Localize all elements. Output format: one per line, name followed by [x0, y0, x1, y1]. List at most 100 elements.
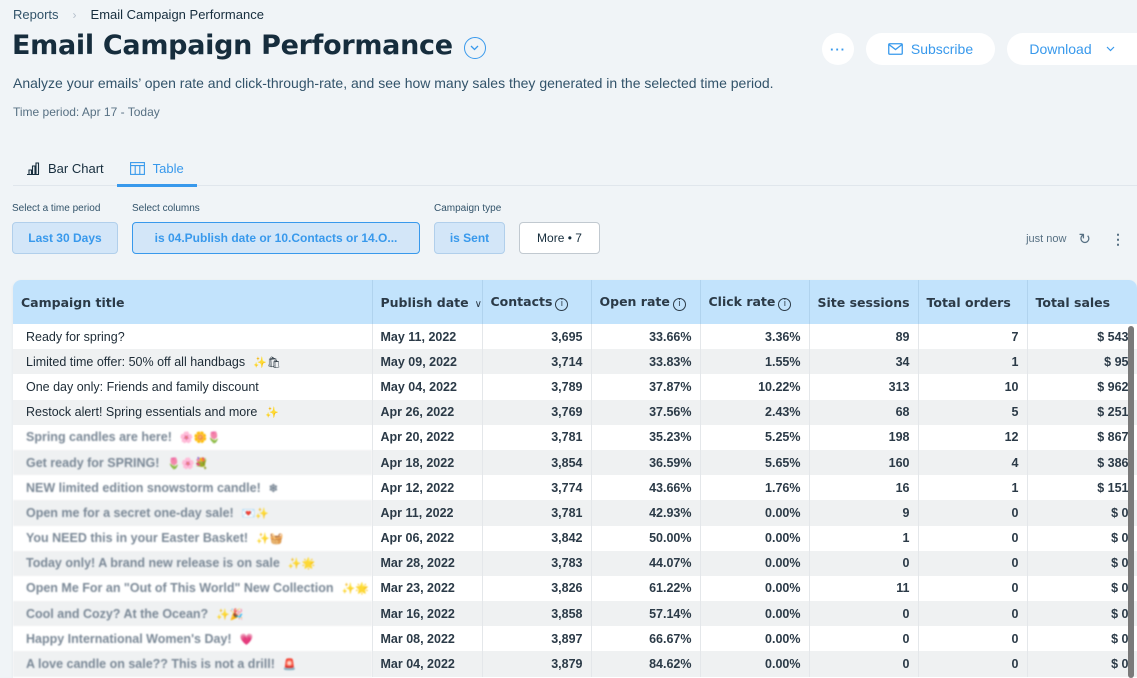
column-header-site-sessions[interactable]: Site sessions: [809, 280, 919, 324]
sort-chevron-icon[interactable]: ∨: [475, 299, 482, 310]
total-orders-cell: 0: [918, 626, 1028, 652]
emoji-icon: ✨🌟: [287, 558, 316, 571]
campaign-type-chip[interactable]: is Sent: [434, 222, 505, 254]
total-sales-cell: $ 95: [1027, 349, 1137, 375]
table-icon: [129, 161, 145, 175]
header-actions: ··· Subscribe Download: [822, 33, 1137, 65]
download-button[interactable]: Download: [1007, 33, 1137, 65]
info-icon[interactable]: i: [555, 297, 569, 311]
contacts-cell: 3,858: [482, 601, 592, 627]
total-orders-cell: 0: [918, 500, 1028, 526]
open-rate-cell: 57.14%: [591, 601, 701, 627]
time-period-chip[interactable]: Last 30 Days: [12, 222, 118, 254]
table-row[interactable]: Limited time offer: 50% off all handbags…: [13, 349, 1137, 375]
publish-date-cell: Apr 11, 2022: [372, 500, 483, 526]
table-row[interactable]: Get ready for SPRING! 🌷🌸💐 Apr 18, 2022 3,85…: [13, 449, 1137, 476]
click-rate-cell: 3.36%: [700, 324, 810, 350]
table-row[interactable]: Restock alert! Spring essentials and mor…: [13, 399, 1137, 425]
tab-bar-chart[interactable]: Bar Chart: [13, 150, 117, 186]
table-row[interactable]: You NEED this in your Easter Basket! ✨🧺 Ap…: [13, 525, 1137, 551]
contacts-cell: 3,714: [482, 349, 592, 375]
columns-chip[interactable]: is 04.Publish date or 10.Contacts or 14.…: [132, 222, 420, 254]
title-dropdown-chevron-icon[interactable]: [463, 36, 486, 59]
campaign-title: Cool and Cozy? At the Ocean?: [26, 606, 209, 621]
emoji-icon: 🌸🌼🌷: [179, 432, 221, 445]
tab-table[interactable]: Table: [116, 150, 197, 187]
total-sales-cell: $ 543: [1027, 324, 1137, 350]
table-row[interactable]: NEW limited edition snowstorm candle! ❄ Ap…: [13, 475, 1137, 501]
emoji-icon: ✨🛍: [253, 356, 281, 369]
info-icon[interactable]: i: [672, 297, 686, 311]
click-rate-cell: 0.00%: [700, 500, 810, 526]
emoji-icon: ✨: [265, 407, 280, 420]
breadcrumb-reports-link[interactable]: Reports: [13, 7, 59, 22]
column-header-publish-date[interactable]: Publish date ∨: [372, 280, 483, 324]
campaign-table: Campaign title Publish date ∨ Contacts i O…: [13, 280, 1137, 678]
click-rate-cell: 5.25%: [700, 424, 810, 450]
click-rate-cell: 1.76%: [700, 475, 810, 501]
campaign-title-cell: Spring candles are here! 🌸🌼🌷: [13, 424, 373, 450]
more-filters: More • 7: [519, 203, 600, 254]
more-filters-button[interactable]: More • 7: [519, 222, 600, 254]
total-sales-cell: $ 0: [1027, 651, 1137, 677]
open-rate-cell: 33.66%: [591, 324, 701, 350]
campaign-title-cell: Cool and Cozy? At the Ocean? ✨🎉: [13, 601, 373, 627]
contacts-cell: 3,854: [482, 449, 592, 476]
campaign-title: Restock alert! Spring essentials and mor…: [26, 405, 258, 420]
column-header-click-rate[interactable]: Click rate i: [700, 280, 810, 324]
campaign-title: You NEED this in your Easter Basket!: [26, 531, 249, 546]
campaign-title: A love candle on sale?? This is not a dr…: [26, 657, 275, 672]
table-row[interactable]: Today only! A brand new release is on sa…: [13, 550, 1137, 576]
table-row[interactable]: Ready for spring? May 11, 2022 3,695 33.66%…: [13, 324, 1137, 350]
table-row[interactable]: Open Me For an "Out of This World" New C…: [13, 575, 1137, 602]
table-row[interactable]: One day only: Friends and family discoun…: [13, 374, 1137, 400]
site-sessions-cell: 313: [809, 374, 919, 400]
envelope-icon: [887, 43, 903, 55]
total-orders-cell: 0: [918, 525, 1028, 551]
kebab-menu-icon[interactable]: ⋮: [1111, 231, 1125, 248]
site-sessions-cell: 1: [809, 525, 919, 551]
refresh-icon[interactable]: ↻: [1078, 230, 1091, 248]
column-header-open-rate[interactable]: Open rate i: [591, 280, 701, 324]
publish-date-cell: Mar 16, 2022: [372, 601, 483, 627]
column-header-total-orders[interactable]: Total orders: [918, 280, 1028, 324]
total-sales-cell: $ 0: [1027, 575, 1137, 602]
total-orders-cell: 4: [918, 449, 1028, 476]
site-sessions-cell: 0: [809, 601, 919, 627]
column-header-total-sales[interactable]: Total sales: [1027, 280, 1137, 324]
campaign-title-cell: Get ready for SPRING! 🌷🌸💐: [13, 449, 373, 476]
click-rate-cell: 0.00%: [700, 525, 810, 551]
site-sessions-cell: 11: [809, 575, 919, 602]
emoji-icon: ✨🎉: [216, 608, 244, 621]
table-row[interactable]: Spring candles are here! 🌸🌼🌷 Apr 20, 2022 3…: [13, 424, 1137, 450]
more-actions-button[interactable]: ···: [822, 33, 854, 65]
subscribe-label: Subscribe: [910, 41, 974, 57]
table-row[interactable]: A love candle on sale?? This is not a dr…: [13, 651, 1137, 677]
click-rate-cell: 0.00%: [700, 626, 810, 652]
campaign-title: Open me for a secret one-day sale!: [26, 505, 234, 520]
table-row[interactable]: Cool and Cozy? At the Ocean? ✨🎉 Mar 16, 20…: [13, 601, 1137, 627]
campaign-title-cell: You NEED this in your Easter Basket! ✨🧺: [13, 525, 373, 551]
last-updated-text: just now: [1026, 233, 1067, 245]
open-rate-cell: 37.87%: [591, 374, 701, 400]
column-header-contacts[interactable]: Contacts i: [482, 280, 592, 324]
total-orders-cell: 0: [918, 575, 1028, 602]
contacts-cell: 3,781: [482, 500, 592, 526]
table-scrollbar[interactable]: [1128, 326, 1134, 678]
time-period-filter: Select a time period Last 30 Days: [12, 203, 118, 254]
info-icon[interactable]: i: [778, 297, 792, 311]
time-period-filter-label: Select a time period: [12, 203, 101, 214]
site-sessions-cell: 16: [809, 475, 919, 501]
campaign-title: Today only! A brand new release is on sa…: [26, 556, 280, 571]
subscribe-button[interactable]: Subscribe: [866, 33, 995, 65]
column-header-campaign-title[interactable]: Campaign title: [13, 280, 373, 324]
campaign-title: Get ready for SPRING!: [26, 455, 160, 470]
table-row[interactable]: Open me for a secret one-day sale! 💌✨ Apr …: [13, 500, 1137, 526]
title-row: Email Campaign Performance: [12, 30, 486, 61]
table-body: Ready for spring? May 11, 2022 3,695 33.66%…: [13, 324, 1137, 677]
site-sessions-cell: 0: [809, 550, 919, 576]
site-sessions-cell: 89: [809, 324, 919, 350]
table-row[interactable]: Happy International Women's Day! 💗 Mar 08,…: [13, 626, 1137, 652]
contacts-cell: 3,826: [482, 575, 592, 602]
publish-date-cell: Apr 26, 2022: [372, 399, 483, 425]
